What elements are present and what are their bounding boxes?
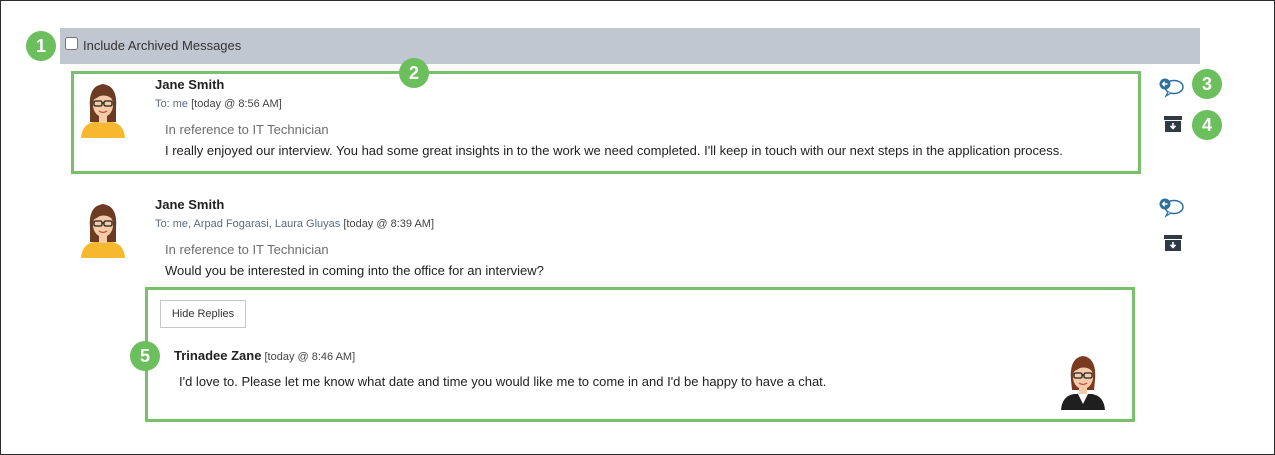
archive-icon[interactable]	[1160, 232, 1186, 254]
callout-badge-2: 2	[399, 58, 429, 88]
message-body: I really enjoyed our interview. You had …	[165, 143, 1063, 158]
reply-header: Trinadee Zane [today @ 8:46 AM]	[174, 348, 355, 363]
recipient-line: To: me [today @ 8:56 AM]	[155, 98, 282, 110]
sender-avatar	[81, 84, 125, 138]
reply-body: I'd love to. Please let me know what dat…	[179, 374, 827, 389]
hide-replies-button[interactable]: Hide Replies	[160, 300, 246, 328]
callout-badge-5: 5	[130, 341, 160, 371]
message-timestamp: [today @ 8:39 AM]	[343, 218, 435, 230]
recipients: me	[172, 98, 189, 110]
message-body: Would you be interested in coming into t…	[165, 263, 544, 278]
recipients: me, Arpad Fogarasi, Laura Gluyas	[172, 218, 341, 230]
archive-icon[interactable]	[1160, 113, 1186, 135]
include-archived-label[interactable]: Include Archived Messages	[83, 38, 241, 53]
sender-name: Jane Smith	[155, 77, 225, 92]
sender-avatar	[81, 204, 125, 258]
to-label: To:	[155, 218, 170, 230]
recipient-line: To: me, Arpad Fogarasi, Laura Gluyas [to…	[155, 218, 434, 230]
reply-sender-avatar	[1061, 356, 1105, 410]
message-timestamp: [today @ 8:56 AM]	[191, 98, 282, 110]
reply-sender-name: Trinadee Zane	[174, 348, 262, 363]
archived-filter-bar: Include Archived Messages	[60, 28, 1200, 64]
callout-badge-1: 1	[26, 31, 56, 61]
reference-line: In reference to IT Technician	[165, 242, 329, 257]
reply-timestamp: [today @ 8:46 AM]	[264, 351, 356, 363]
include-archived-checkbox[interactable]	[65, 37, 78, 50]
reference-line: In reference to IT Technician	[165, 122, 329, 137]
reply-icon[interactable]	[1158, 196, 1184, 218]
callout-badge-4: 4	[1192, 110, 1222, 140]
to-label: To:	[155, 98, 170, 110]
sender-name: Jane Smith	[155, 197, 225, 212]
reply-icon[interactable]	[1158, 76, 1184, 98]
callout-badge-3: 3	[1192, 69, 1222, 99]
